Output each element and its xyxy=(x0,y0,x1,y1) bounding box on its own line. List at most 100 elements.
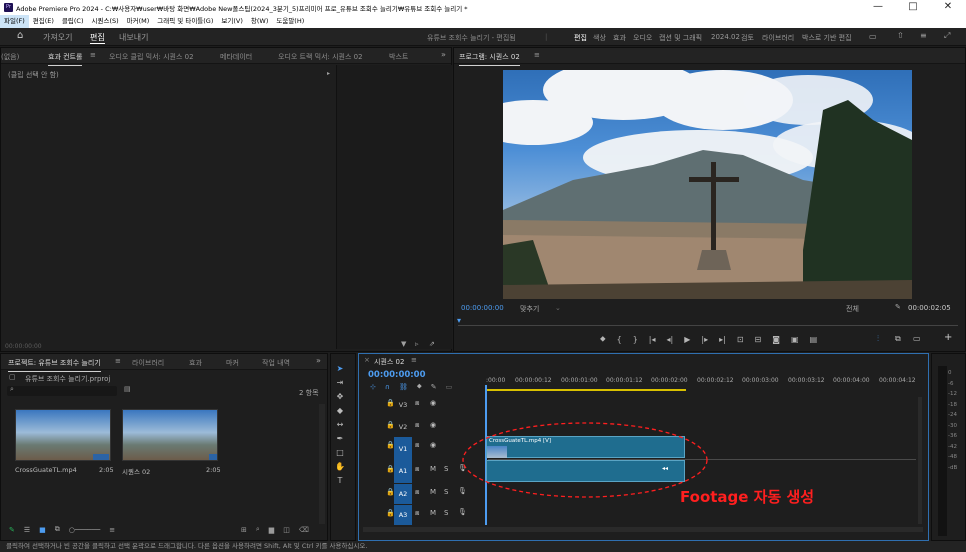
wrench-icon[interactable]: ✎ xyxy=(895,303,901,311)
play-audio-icon[interactable]: ▹ xyxy=(415,340,419,348)
snap-icon[interactable]: ∩ xyxy=(385,383,390,391)
pencil-icon[interactable]: ✎ xyxy=(9,526,15,534)
new-bin-icon[interactable]: ▤ xyxy=(124,385,131,393)
find-icon[interactable]: ⌕ xyxy=(256,525,260,534)
hand-icon[interactable]: ✋ xyxy=(335,462,345,471)
microphone-icon[interactable]: 🎙 xyxy=(458,508,467,516)
timeline-settings-icon[interactable]: ✎ xyxy=(431,383,437,391)
sequence-menu-icon[interactable]: ≡ xyxy=(411,356,417,364)
timeline-timecode[interactable]: 00:00:00:00 xyxy=(368,370,426,380)
tab-cut[interactable]: (없음) xyxy=(1,52,19,62)
vr-icon[interactable]: ⧉ xyxy=(895,334,901,344)
captions-icon[interactable]: ▭ xyxy=(446,383,453,391)
eye-icon[interactable]: ◉ xyxy=(430,421,436,429)
sync-lock-icon[interactable]: ⧈ xyxy=(415,441,419,450)
play-icon[interactable]: ▶ xyxy=(684,335,690,344)
more-tabs-icon[interactable]: » xyxy=(441,50,446,59)
fullscreen-icon[interactable]: ⤢ xyxy=(944,31,950,41)
safe-margins-icon[interactable]: ⫶ xyxy=(877,334,879,344)
sequence-tab[interactable]: 시퀀스 02 xyxy=(374,357,404,367)
fit-dropdown[interactable]: 맞추기 xyxy=(520,304,539,314)
project-more-tabs-icon[interactable]: » xyxy=(316,356,321,365)
time-ruler[interactable]: :00:00 00:00:00:12 00:00:01:00 00:00:01:… xyxy=(486,377,918,389)
eye-icon[interactable]: ◉ xyxy=(430,399,436,407)
sort-icon[interactable]: ≡ xyxy=(109,526,115,534)
track-label-v2[interactable]: V2 xyxy=(394,417,412,437)
zoom-slider[interactable]: ○────── xyxy=(69,526,100,534)
linked-selection-icon[interactable]: ⛓ xyxy=(399,383,408,391)
solo-button[interactable]: S xyxy=(444,465,448,473)
tab-effects[interactable]: 효과 xyxy=(189,358,202,368)
work-area-bar[interactable] xyxy=(486,389,686,391)
pen-icon[interactable]: ✒ xyxy=(337,434,344,443)
tab-import[interactable]: 가져오기 xyxy=(43,32,72,43)
automate-icon[interactable]: ⊞ xyxy=(241,526,247,534)
workspace-color[interactable]: 색상 xyxy=(593,33,606,43)
menu-clip[interactable]: 클립(C) xyxy=(58,15,88,28)
project-menu-icon[interactable]: ≡ xyxy=(115,357,121,365)
mark-out-icon[interactable]: } xyxy=(633,335,638,344)
filter-icon[interactable]: ▼ xyxy=(401,340,406,348)
new-item-icon[interactable]: ◫ xyxy=(283,526,290,534)
settings-icon[interactable]: ≡ xyxy=(920,31,927,40)
multicam-icon[interactable]: ▭ xyxy=(913,334,921,343)
go-to-out-icon[interactable]: ▸| xyxy=(719,335,726,344)
sync-lock-icon[interactable]: ⧈ xyxy=(415,421,419,430)
new-folder-icon[interactable]: ▆ xyxy=(269,526,274,534)
menu-view[interactable]: 보기(V) xyxy=(217,15,246,28)
tab-project[interactable]: 프로젝트: 유튜브 조회수 늘리기 xyxy=(8,358,101,372)
mute-button[interactable]: M xyxy=(430,465,436,473)
workspace-captions[interactable]: 캡션 및 그래픽 xyxy=(659,33,702,43)
home-icon[interactable]: ⌂ xyxy=(17,30,23,41)
tab-libraries[interactable]: 라이브러리 xyxy=(132,358,164,368)
nest-icon[interactable]: ⊹ xyxy=(370,383,376,391)
mute-button[interactable]: M xyxy=(430,488,436,496)
tab-text[interactable]: 박스트 xyxy=(389,52,408,62)
tab-program[interactable]: 프로그램: 시퀀스 02 xyxy=(459,52,520,66)
track-label-a2[interactable]: A2 xyxy=(394,484,412,504)
solo-button[interactable]: S xyxy=(444,488,448,496)
add-marker-tl-icon[interactable]: ⬥ xyxy=(417,382,422,391)
list-view-icon[interactable]: ☰ xyxy=(24,526,30,534)
track-select-icon[interactable]: ⇥ xyxy=(337,378,344,387)
mute-button[interactable]: M xyxy=(430,509,436,517)
go-to-in-icon[interactable]: |◂ xyxy=(649,335,656,344)
ripple-edit-icon[interactable]: ✥ xyxy=(337,392,344,401)
menu-graphics[interactable]: 그래픽 및 타이틀(G) xyxy=(153,15,217,28)
solo-button[interactable]: S xyxy=(444,509,448,517)
project-scrollbar[interactable] xyxy=(319,404,325,524)
tab-history[interactable]: 작업 내역 xyxy=(262,358,290,368)
comparison-icon[interactable]: ▣ xyxy=(791,335,799,344)
rectangle-icon[interactable]: □ xyxy=(336,448,344,457)
add-button-icon[interactable]: + xyxy=(944,332,952,343)
track-label-v1[interactable]: V1 xyxy=(394,437,412,461)
workspace-library[interactable]: 라이브러리 xyxy=(762,33,794,43)
proxy-icon[interactable]: ▤ xyxy=(810,335,818,344)
panel-menu-icon[interactable]: ≡ xyxy=(90,51,96,59)
freeform-view-icon[interactable]: ⧉ xyxy=(55,525,60,534)
track-label-a3[interactable]: A3 xyxy=(394,505,412,525)
program-playhead[interactable]: ▾ xyxy=(457,316,461,325)
add-marker-icon[interactable]: ⬥ xyxy=(600,334,606,344)
menu-help[interactable]: 도움말(H) xyxy=(272,15,308,28)
tab-export[interactable]: 내보내기 xyxy=(119,32,148,43)
close-button[interactable]: ✕ xyxy=(938,1,958,12)
mark-in-icon[interactable]: { xyxy=(617,335,622,344)
tab-metadata[interactable]: 메타데이터 xyxy=(220,52,252,62)
tab-audio-track-mixer[interactable]: 오디오 트랙 믹서: 시퀀스 02 xyxy=(278,52,363,62)
type-tool-icon[interactable]: T xyxy=(338,476,343,485)
project-search-input[interactable] xyxy=(7,386,117,396)
thumbnail-sequence[interactable] xyxy=(122,409,218,461)
delete-icon[interactable]: ⌫ xyxy=(299,526,309,534)
tab-audio-clip-mixer[interactable]: 오디오 클립 믹서: 시퀀스 02 xyxy=(109,52,194,62)
expand-arrow-icon[interactable]: ▸ xyxy=(327,70,330,77)
workspace-text-edit[interactable]: 박스로 기반 편집 xyxy=(802,33,852,43)
export-frame-icon[interactable]: ⇗ xyxy=(429,340,435,348)
close-tab-icon[interactable]: × xyxy=(364,356,370,364)
program-scrubber[interactable] xyxy=(458,316,958,326)
track-label-v3[interactable]: V3 xyxy=(394,395,412,415)
tab-markers[interactable]: 마커 xyxy=(226,358,239,368)
share-icon[interactable]: ⇧ xyxy=(897,31,904,40)
slip-icon[interactable]: ↔ xyxy=(337,420,344,429)
track-label-a1[interactable]: A1 xyxy=(394,461,412,483)
